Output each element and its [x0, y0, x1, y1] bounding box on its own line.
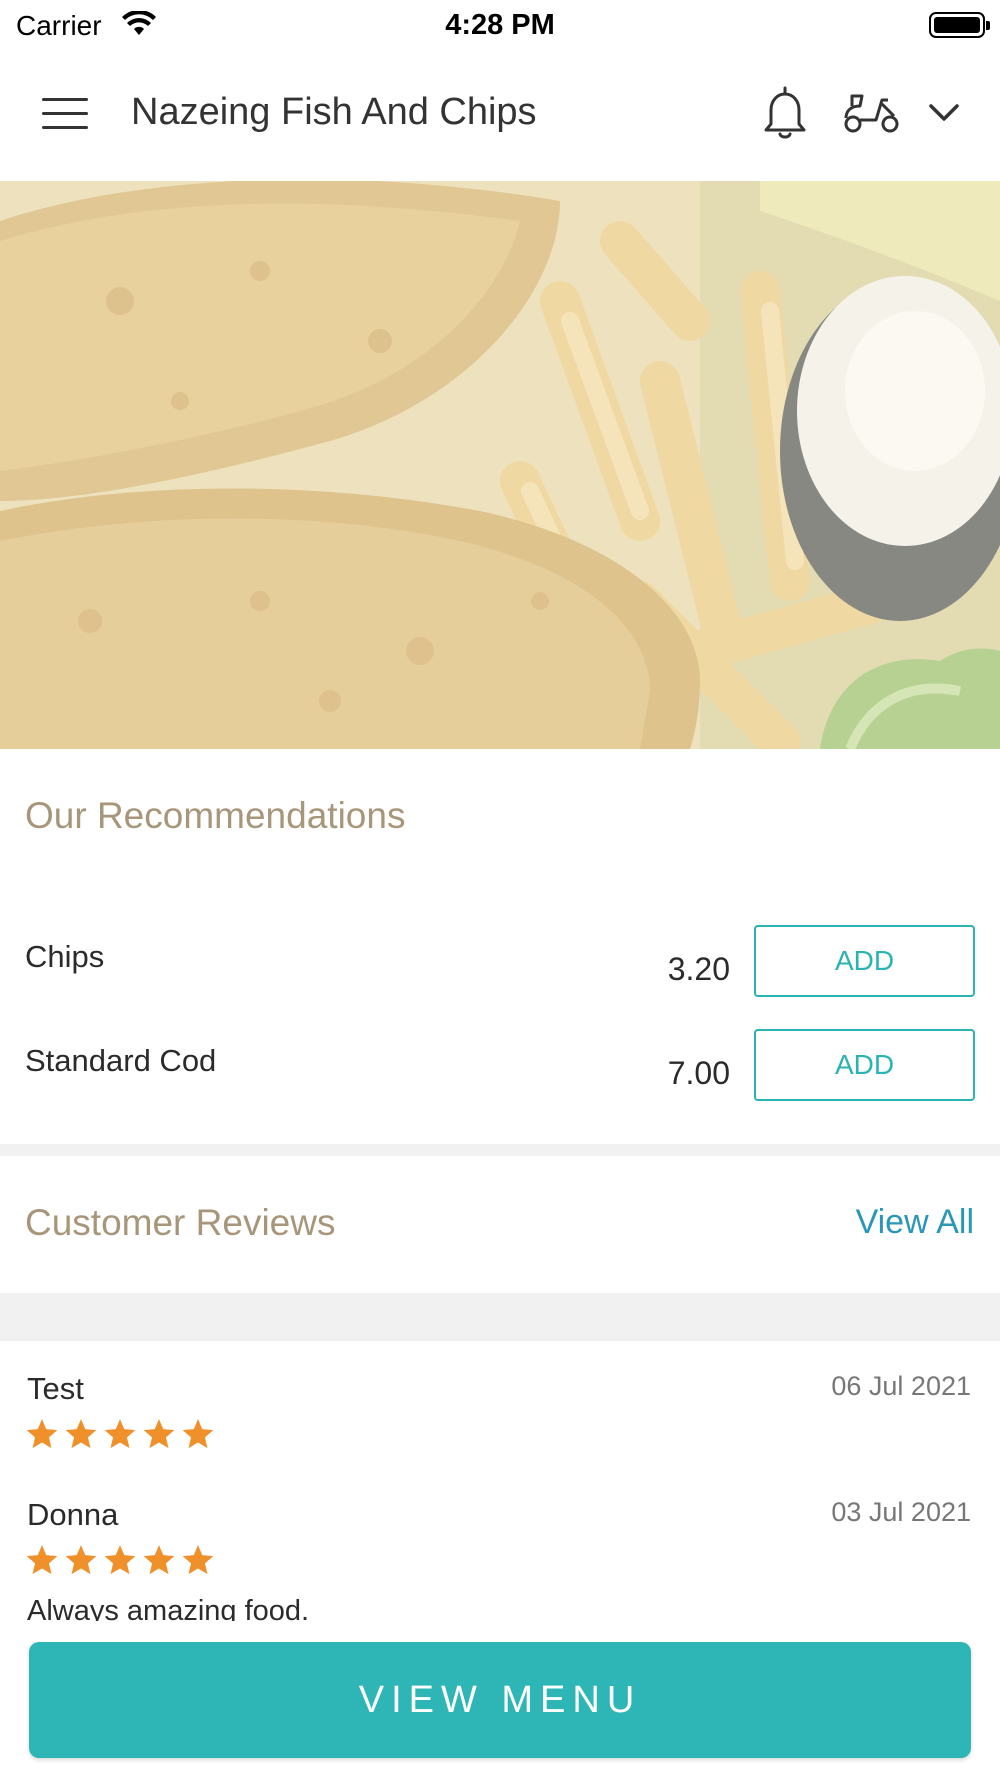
status-time: 4:28 PM: [445, 9, 555, 41]
star-rating: [25, 1543, 215, 1579]
chevron-down-icon[interactable]: [928, 103, 960, 123]
reviewer-name: Donna: [27, 1497, 119, 1532]
star-icon: [104, 1545, 136, 1575]
view-menu-button[interactable]: VIEW MENU: [29, 1642, 971, 1758]
reviews-list[interactable]: Test 06 Jul 2021 Donna 03 Jul 2021 Alway…: [0, 1341, 1000, 1621]
star-icon: [65, 1545, 97, 1575]
review-date: 03 Jul 2021: [831, 1497, 971, 1527]
reviews-heading: Customer Reviews: [25, 1202, 336, 1243]
recommendation-row: Standard Cod 7.00 ADD: [0, 1029, 1000, 1109]
nav-bar: Nazeing Fish And Chips: [0, 48, 1000, 181]
section-divider: [0, 1293, 1000, 1341]
item-name: Standard Cod: [25, 1043, 217, 1078]
recommendations-heading: Our Recommendations: [25, 795, 406, 836]
view-all-link[interactable]: View All: [856, 1203, 974, 1242]
item-price: 3.20: [667, 951, 730, 987]
item-price: 7.00: [667, 1055, 730, 1091]
page-title: Nazeing Fish And Chips: [131, 91, 537, 133]
star-icon: [182, 1419, 214, 1449]
star-icon: [143, 1419, 175, 1449]
scooter-icon[interactable]: [842, 92, 902, 134]
status-bar: Carrier 4:28 PM: [0, 0, 1000, 48]
hero-image: [0, 181, 1000, 749]
star-icon: [143, 1545, 175, 1575]
star-icon: [182, 1545, 214, 1575]
star-icon: [26, 1545, 58, 1575]
reviewer-name: Test: [27, 1371, 84, 1406]
star-icon: [104, 1419, 136, 1449]
star-rating: [25, 1417, 215, 1453]
star-icon: [26, 1419, 58, 1449]
item-name: Chips: [25, 939, 105, 974]
section-divider: [0, 1144, 1000, 1156]
review-text: Always amazing food.: [27, 1595, 310, 1621]
battery-icon: [929, 12, 990, 38]
menu-icon[interactable]: [42, 98, 88, 130]
add-chips-button[interactable]: ADD: [754, 925, 975, 997]
recommendation-row: Chips 3.20 ADD: [0, 925, 1000, 1005]
bell-icon[interactable]: [760, 86, 810, 140]
add-standard-cod-button[interactable]: ADD: [754, 1029, 975, 1101]
review-date: 06 Jul 2021: [831, 1371, 971, 1401]
star-icon: [65, 1419, 97, 1449]
